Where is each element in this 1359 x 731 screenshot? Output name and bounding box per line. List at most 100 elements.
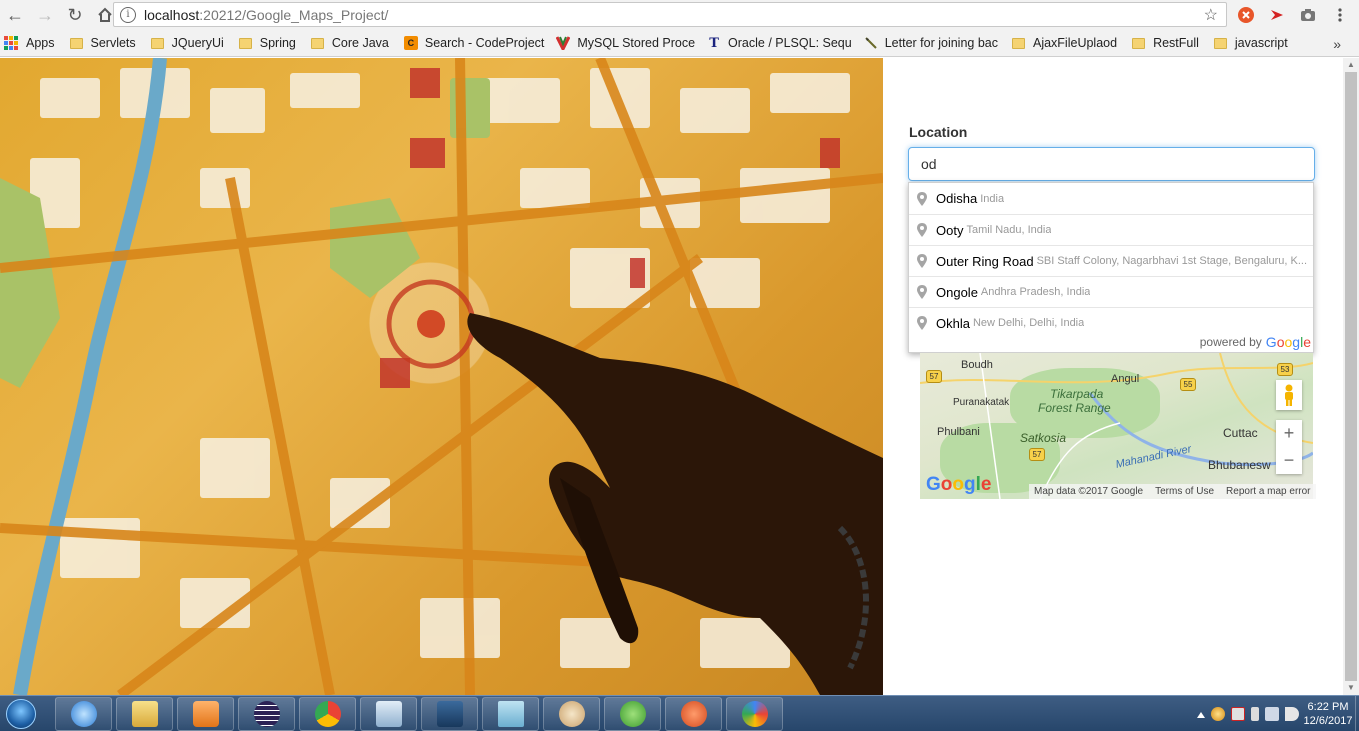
clock-time: 6:22 PM [1307,701,1349,713]
show-desktop-button[interactable] [1355,696,1359,731]
autocomplete-item-ongole[interactable]: Ongole Andhra Pradesh, India [909,276,1313,307]
map-label-cuttack: Cuttac [1223,426,1258,440]
bookmark-restfull[interactable]: RestFull [1132,36,1199,50]
scroll-down-icon[interactable]: ▼ [1343,681,1359,695]
map-label-puranakatak: Puranakatak [953,397,1010,408]
autocomplete-item-odisha[interactable]: Odisha India [909,183,1313,214]
map-footer: Map data ©2017 Google Terms of Use Repor… [1029,484,1316,499]
highway-shield: 57 [1029,448,1045,461]
location-input[interactable] [908,147,1315,181]
codeproject-icon: C [403,36,418,50]
extension-red-icon[interactable] [1267,5,1287,25]
tray-flag-icon[interactable] [1231,707,1245,721]
taskbar-mysql-workbench[interactable] [421,697,478,731]
autocomplete-secondary-text: SBI Staff Colony, Nagarbhavi 1st Stage, … [1036,255,1308,267]
bookmark-mysql[interactable]: MySQL Stored Proce [556,36,695,50]
street-view-pegman-icon[interactable] [1276,380,1302,410]
map-label-phulbani: Phulbani [937,426,980,438]
bookmark-servlets[interactable]: Servlets [69,36,136,50]
autocomplete-secondary-text: India [980,192,1005,205]
spring-leaf-icon [619,701,646,727]
taskbar-media-player[interactable] [177,697,234,731]
location-pin-icon [917,285,927,299]
autocomplete-item-ooty[interactable]: Ooty Tamil Nadu, India [909,214,1313,245]
bookmarks-overflow-icon[interactable]: » [1333,36,1341,52]
map-label-tikarpada: Tikarpada [1050,387,1104,401]
taskbar-notepad[interactable] [482,697,539,731]
taskbar-explorer[interactable] [116,697,173,731]
page-scrollbar[interactable]: ▲ ▼ [1343,58,1359,695]
folder-icon [69,37,83,49]
taskbar-paint[interactable] [726,697,783,731]
taskbar-chrome[interactable] [299,697,356,731]
recorder-icon [375,701,402,727]
taskbar-tool-orange[interactable] [665,697,722,731]
taskbar-spring-tool[interactable] [604,697,661,731]
bookmark-apps[interactable]: Apps [4,36,55,50]
taskbar-internet-explorer[interactable] [55,697,112,731]
browser-toolbar: ← → ↻ i localhost:20212/Google_Maps_Proj… [0,0,1359,30]
map-label-bhubaneswar: Bhubanesw [1208,458,1271,472]
location-pin-icon [917,191,927,206]
bookmark-javascript[interactable]: javascript [1213,36,1288,50]
back-icon[interactable]: ← [0,0,30,30]
taskbar-clock[interactable]: 6:22 PM 12/6/2017 [1301,700,1355,728]
extension-orange-icon[interactable] [1236,5,1256,25]
notepad-icon [497,701,524,727]
folder-icon [310,37,324,49]
zoom-out-button[interactable]: − [1276,447,1302,474]
bookmark-jqueryui[interactable]: JQueryUi [150,36,224,50]
orange-tool-icon [680,701,707,727]
autocomplete-secondary-text: Tamil Nadu, India [966,224,1052,236]
autocomplete-item-outer-ring-road[interactable]: Outer Ring Road SBI Staff Colony, Nagarb… [909,245,1313,276]
bookmark-codeproject[interactable]: C Search - CodeProject [403,36,544,50]
bookmark-spring[interactable]: Spring [238,36,296,50]
bookmark-oracle[interactable]: T Oracle / PLSQL: Sequ [707,36,852,51]
menu-icon[interactable] [1330,5,1350,25]
java-cup-icon [558,701,585,727]
scrollbar-thumb[interactable] [1345,72,1357,681]
taskbar-eclipse[interactable] [238,697,295,731]
autocomplete-dropdown: Odisha India Ooty Tamil Nadu, India Oute… [908,182,1314,353]
map-label-forest-range: Forest Range [1038,401,1111,415]
camera-icon[interactable] [1298,5,1318,25]
bookmark-star-icon[interactable]: ☆ [1204,5,1218,25]
zoom-in-button[interactable]: + [1276,420,1302,447]
map-label-angul: Angul [1111,373,1140,385]
bookmark-letter[interactable]: Letter for joining bac [864,36,998,50]
map-label-boudh: Boudh [961,359,993,371]
taskbar-camtasia[interactable] [360,697,417,731]
reload-icon[interactable]: ↻ [60,0,90,30]
tray-battery-icon[interactable] [1251,707,1259,721]
folder-icon [150,37,164,49]
folder-icon [1213,37,1227,49]
map-google-logo[interactable]: Google [926,474,991,496]
media-player-icon [192,701,219,727]
folder-icon [1132,37,1146,49]
autocomplete-main-text: Ooty [936,222,964,238]
forward-icon[interactable]: → [30,0,60,30]
autocomplete-secondary-text: New Delhi, Delhi, India [972,317,1085,329]
terms-of-use-link[interactable]: Terms of Use [1155,486,1214,497]
report-map-error-link[interactable]: Report a map error [1226,486,1310,497]
highway-shield: 57 [926,370,942,383]
chrome-icon [314,701,341,727]
tray-volume-icon[interactable] [1285,707,1299,721]
address-bar[interactable]: i localhost:20212/Google_Maps_Project/ ☆ [113,2,1227,27]
tray-orb-icon[interactable] [1211,707,1225,721]
location-pin-icon [917,316,927,330]
start-button[interactable] [2,696,40,731]
apps-icon [4,36,18,50]
paint-palette-icon [741,701,768,727]
scroll-up-icon[interactable]: ▲ [1343,58,1359,72]
map-data-attribution: Map data ©2017 Google [1034,486,1144,497]
tray-expand-icon[interactable] [1197,710,1205,718]
info-icon[interactable]: i [120,6,136,23]
autocomplete-main-text: Outer Ring Road [936,253,1034,269]
bookmark-ajaxfileupload[interactable]: AjaxFileUplaod [1011,36,1117,50]
windows-taskbar: 6:22 PM 12/6/2017 [0,695,1359,731]
bookmark-core-java[interactable]: Core Java [310,36,389,50]
tray-network-icon[interactable] [1265,707,1279,721]
url-text[interactable]: localhost:20212/Google_Maps_Project/ [144,7,388,23]
taskbar-java[interactable] [543,697,600,731]
